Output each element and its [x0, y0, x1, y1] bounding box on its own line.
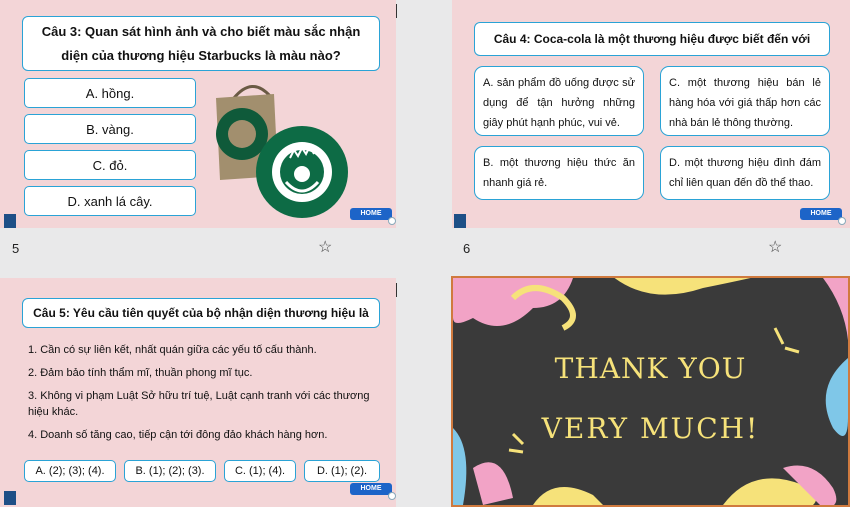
- option-d[interactable]: D. một thương hiệu đình đám chỉ liên qua…: [660, 146, 830, 200]
- option-d[interactable]: D. xanh lá cây.: [24, 186, 196, 216]
- home-button[interactable]: HOME: [350, 483, 396, 500]
- option-b[interactable]: B. một thương hiệu thức ăn nhanh giá rẻ.: [474, 146, 644, 200]
- home-button[interactable]: HOME: [800, 208, 846, 225]
- decorative-shapes: [453, 278, 848, 505]
- option-c[interactable]: C. một thương hiệu bán lẻ hàng hóa với g…: [660, 66, 830, 136]
- slide-corner-marker: [4, 491, 16, 505]
- option-d[interactable]: D. (1); (2).: [304, 460, 380, 482]
- slide-divider: [396, 4, 397, 18]
- starbucks-bag-image: [216, 85, 348, 218]
- thank-you-text: THANK YOU: [554, 352, 747, 385]
- home-button[interactable]: HOME: [350, 208, 396, 225]
- slide-corner-marker: [4, 214, 16, 228]
- star-icon[interactable]: ☆: [318, 237, 332, 257]
- slide-divider: [396, 283, 397, 297]
- option-b[interactable]: B. vàng.: [24, 114, 196, 144]
- slide-corner-marker: [454, 214, 466, 228]
- slide-number: 6: [463, 241, 471, 256]
- option-a[interactable]: A. sản phẩm đồ uống được sử dụng để tận …: [474, 66, 644, 136]
- option-c[interactable]: C. đỏ.: [24, 150, 196, 180]
- question-box: Câu 4: Coca-cola là một thương hiệu được…: [474, 22, 830, 56]
- option-a[interactable]: A. (2); (3); (4).: [24, 460, 116, 482]
- slide-number: 5: [12, 241, 20, 256]
- list-item: 3. Không vi phạm Luật Sở hữu trí tuệ, Lu…: [28, 390, 370, 418]
- question-text: Câu 3: Quan sát hình ảnh và cho biết màu…: [41, 23, 361, 63]
- list-item: 4. Doanh số tăng cao, tiếp cận tới đông …: [28, 429, 328, 441]
- option-c[interactable]: C. (1); (4).: [224, 460, 296, 482]
- option-a[interactable]: A. hồng.: [24, 78, 196, 108]
- list-item: 2. Đảm bảo tính thẩm mĩ, thuần phong mĩ …: [28, 367, 253, 379]
- question-box: Câu 5: Yêu cầu tiên quyết của bộ nhận di…: [22, 298, 380, 328]
- slide-5-thumbnail[interactable]: Câu 3: Quan sát hình ảnh và cho biết màu…: [0, 0, 396, 228]
- slide-8-thumbnail[interactable]: THANK YOU VERY MUCH!: [451, 276, 850, 507]
- option-b[interactable]: B. (1); (2); (3).: [124, 460, 216, 482]
- question-text: Câu 4: Coca-cola là một thương hiệu được…: [493, 32, 811, 46]
- question-text: Câu 5: Yêu cầu tiên quyết của bộ nhận di…: [33, 306, 369, 320]
- star-icon[interactable]: ☆: [768, 237, 782, 257]
- slide-7-thumbnail[interactable]: Câu 5: Yêu cầu tiên quyết của bộ nhận di…: [0, 278, 396, 507]
- very-much-text: VERY MUCH!: [541, 412, 760, 445]
- question-box: Câu 3: Quan sát hình ảnh và cho biết màu…: [22, 16, 380, 71]
- list-item: 1. Cần có sự liên kết, nhất quán giữa cá…: [28, 344, 317, 356]
- slide-6-thumbnail[interactable]: Câu 4: Coca-cola là một thương hiệu được…: [452, 0, 850, 228]
- requirement-list: 1. Cần có sự liên kết, nhất quán giữa cá…: [28, 342, 380, 450]
